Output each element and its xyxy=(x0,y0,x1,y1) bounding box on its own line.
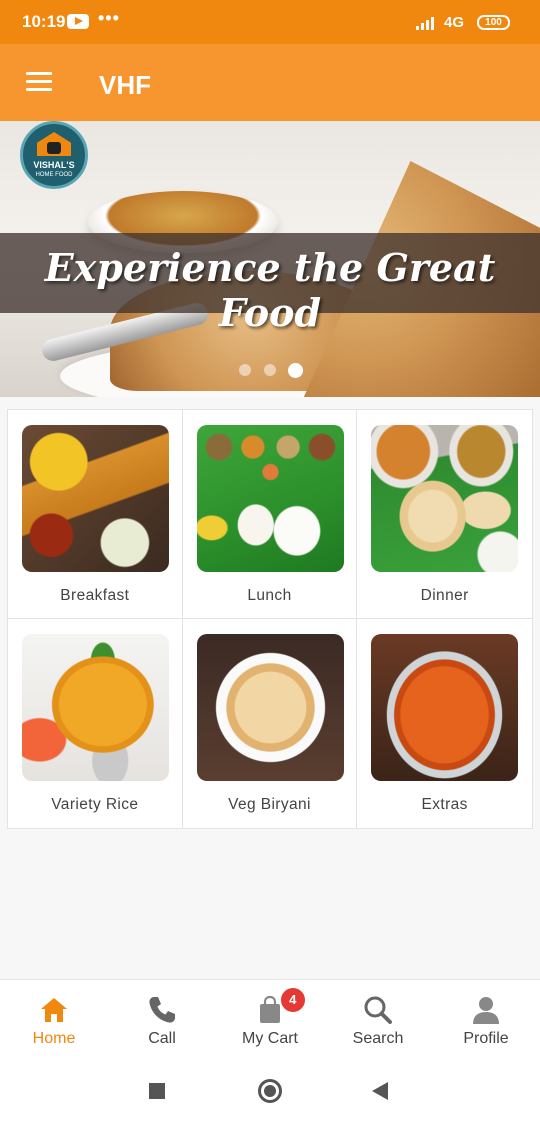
nav-my-cart[interactable]: 4 My Cart xyxy=(216,980,324,1057)
logo-name: VISHAL'S xyxy=(33,160,75,170)
search-icon xyxy=(364,996,392,1024)
lunch-image xyxy=(196,425,344,572)
banner-headline: Experience the Great Food xyxy=(44,245,496,335)
more-notifications-icon: ••• xyxy=(98,8,120,28)
category-lunch[interactable]: Lunch xyxy=(182,410,358,619)
category-dinner[interactable]: Dinner xyxy=(357,410,532,619)
nav-call[interactable]: Call xyxy=(108,980,216,1057)
variety-rice-image xyxy=(22,634,169,781)
category-label: Veg Biryani xyxy=(228,796,311,813)
menu-icon[interactable] xyxy=(26,72,52,92)
phone-icon xyxy=(149,997,175,1023)
nav-label: My Cart xyxy=(242,1030,298,1047)
veg-biryani-image xyxy=(196,634,344,781)
recent-apps-icon[interactable] xyxy=(149,1083,165,1099)
nav-label: Profile xyxy=(463,1030,509,1047)
profile-icon xyxy=(473,997,499,1024)
status-time: 10:19 xyxy=(22,12,66,31)
dinner-image xyxy=(371,425,519,572)
nav-label: Home xyxy=(32,1030,76,1047)
category-label: Variety Rice xyxy=(51,796,139,813)
back-icon[interactable] xyxy=(372,1082,388,1100)
cart-count-badge: 4 xyxy=(280,988,305,1012)
category-extras[interactable]: Extras xyxy=(357,619,532,828)
bottom-navigation: Home Call 4 My Cart Search Profile xyxy=(0,979,540,1057)
signal-icon xyxy=(416,17,434,30)
app-title: VHF xyxy=(99,70,151,100)
category-grid: Breakfast Lunch Dinner Variety Rice Veg … xyxy=(7,409,533,829)
nav-label: Search xyxy=(352,1030,404,1047)
youtube-icon xyxy=(67,14,89,29)
home-button-icon[interactable] xyxy=(258,1079,282,1103)
carousel-dot-active[interactable] xyxy=(288,363,303,378)
category-variety-rice[interactable]: Variety Rice xyxy=(8,619,183,828)
app-bar: VHF xyxy=(0,44,540,121)
system-navigation-bar xyxy=(0,1057,540,1123)
logo-subtitle: HOME FOOD xyxy=(35,172,73,178)
battery-icon: 100 xyxy=(477,15,510,30)
breakfast-image xyxy=(22,425,169,572)
home-icon xyxy=(41,998,67,1022)
category-breakfast[interactable]: Breakfast xyxy=(8,410,183,619)
nav-profile[interactable]: Profile xyxy=(432,980,540,1057)
chef-icon xyxy=(47,142,61,154)
promo-banner[interactable]: Experience the Great Food VISHAL'S HOME … xyxy=(0,121,540,397)
carousel-dot[interactable] xyxy=(239,364,251,376)
category-label: Dinner xyxy=(420,587,469,604)
category-label: Lunch xyxy=(247,587,292,604)
carousel-dot[interactable] xyxy=(264,364,276,376)
nav-search[interactable]: Search xyxy=(324,980,432,1057)
brand-logo: VISHAL'S HOME FOOD xyxy=(20,121,88,189)
nav-label: Call xyxy=(148,1030,176,1047)
status-bar: 10:19 ••• 4G 100 xyxy=(0,0,540,44)
extras-image xyxy=(371,634,519,781)
category-label: Extras xyxy=(421,796,468,813)
nav-home[interactable]: Home xyxy=(0,980,108,1057)
category-veg-biryani[interactable]: Veg Biryani xyxy=(183,619,358,828)
network-type: 4G xyxy=(444,14,465,31)
category-label: Breakfast xyxy=(60,587,130,604)
